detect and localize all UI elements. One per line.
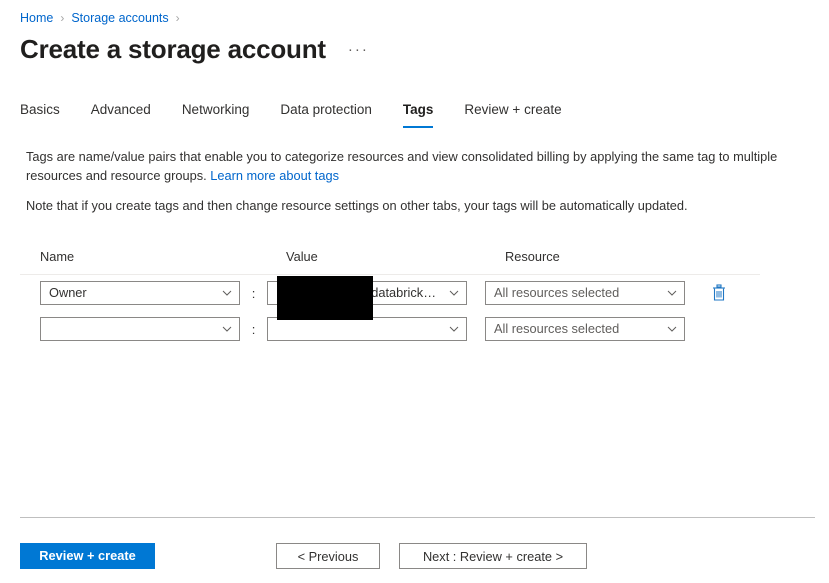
next-review-create-button[interactable]: Next : Review + create > bbox=[399, 543, 587, 569]
tab-advanced-label: Advanced bbox=[90, 102, 151, 117]
chevron-down-icon bbox=[449, 324, 459, 333]
page-title: Create a storage account bbox=[20, 34, 326, 64]
tag-separator-row-1: : bbox=[251, 285, 256, 301]
footer-divider bbox=[20, 517, 815, 518]
chevron-down-icon bbox=[222, 288, 232, 297]
footer-actions: Review + create < Previous Next : Review… bbox=[0, 543, 829, 571]
tag-resource-select-row-2[interactable]: All resources selected bbox=[485, 317, 685, 341]
tab-data-protection[interactable]: Data protection bbox=[280, 101, 372, 128]
breadcrumb: Home › Storage accounts › bbox=[20, 10, 187, 26]
tags-description-text: Tags are name/value pairs that enable yo… bbox=[26, 149, 778, 183]
tab-basics-label: Basics bbox=[20, 102, 60, 117]
page-header: Create a storage account ··· bbox=[20, 33, 369, 65]
tag-resource-value-row-1: All resources selected bbox=[494, 285, 620, 300]
redaction-overlay bbox=[277, 276, 373, 320]
tags-description-paragraph: Tags are name/value pairs that enable yo… bbox=[26, 147, 786, 185]
tab-review-create[interactable]: Review + create bbox=[464, 101, 561, 128]
chevron-down-icon bbox=[667, 324, 677, 333]
column-header-name: Name bbox=[40, 249, 75, 264]
breadcrumb-chevron-icon: › bbox=[60, 11, 65, 25]
tag-separator-row-2: : bbox=[251, 321, 256, 337]
tab-tags[interactable]: Tags bbox=[402, 101, 434, 128]
table-row: : All resources selected bbox=[20, 311, 760, 347]
delete-tag-button-row-1[interactable] bbox=[711, 284, 727, 302]
wizard-tabs: Basics Advanced Networking Data protecti… bbox=[20, 101, 593, 128]
tab-networking-label: Networking bbox=[181, 102, 250, 117]
previous-button[interactable]: < Previous bbox=[276, 543, 380, 569]
table-row: Owner : @databrick… All resources select… bbox=[20, 275, 760, 311]
column-header-value: Value bbox=[286, 249, 318, 264]
tag-name-input-row-2[interactable] bbox=[40, 317, 240, 341]
tab-tags-label: Tags bbox=[402, 102, 434, 117]
breadcrumb-item-storage-accounts[interactable]: Storage accounts bbox=[71, 10, 168, 26]
tag-resource-select-row-1[interactable]: All resources selected bbox=[485, 281, 685, 305]
tag-value-input-row-2[interactable] bbox=[267, 317, 467, 341]
tag-name-value-row-1: Owner bbox=[49, 285, 87, 300]
chevron-down-icon bbox=[222, 324, 232, 333]
chevron-down-icon bbox=[667, 288, 677, 297]
tab-advanced[interactable]: Advanced bbox=[91, 101, 151, 128]
breadcrumb-item-home[interactable]: Home bbox=[20, 10, 53, 26]
review-create-button[interactable]: Review + create bbox=[20, 543, 155, 569]
more-menu-icon[interactable]: ··· bbox=[348, 42, 369, 57]
tag-resource-value-row-2: All resources selected bbox=[494, 321, 620, 336]
tags-table: Name Value Resource Owner : @databrick… … bbox=[20, 248, 760, 347]
tags-note-paragraph: Note that if you create tags and then ch… bbox=[26, 198, 688, 213]
column-header-resource: Resource bbox=[505, 249, 560, 264]
tab-networking[interactable]: Networking bbox=[182, 101, 250, 128]
breadcrumb-chevron-trailing-icon: › bbox=[175, 11, 180, 25]
tag-name-input-row-1[interactable]: Owner bbox=[40, 281, 240, 305]
tags-table-header: Name Value Resource bbox=[20, 248, 760, 275]
learn-more-about-tags-link[interactable]: Learn more about tags bbox=[210, 168, 339, 183]
tab-data-protection-label: Data protection bbox=[280, 102, 372, 117]
tab-basics[interactable]: Basics bbox=[20, 101, 60, 128]
tab-review-create-label: Review + create bbox=[464, 102, 562, 117]
